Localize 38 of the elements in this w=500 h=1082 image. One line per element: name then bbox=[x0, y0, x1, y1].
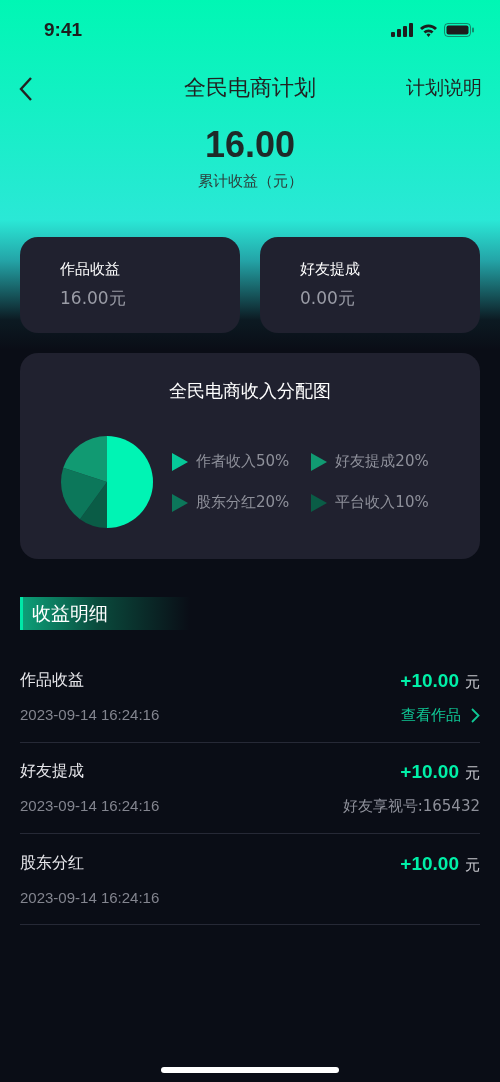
legend-triangle-icon bbox=[311, 493, 328, 512]
income-type: 作品收益 bbox=[20, 669, 85, 691]
income-type: 股东分红 bbox=[20, 852, 85, 874]
friend-id: 好友享视号:165432 bbox=[342, 796, 480, 816]
total-label: 累计收益（元） bbox=[197, 172, 303, 191]
section-title: 收益明细 bbox=[32, 600, 108, 626]
card-label: 好友提成 bbox=[300, 260, 361, 279]
status-time: 9:41 bbox=[44, 19, 83, 41]
card-value: 16.00元 bbox=[60, 287, 127, 310]
legend-label: 股东分红20% bbox=[196, 493, 290, 512]
chart-title: 全民电商收入分配图 bbox=[169, 379, 331, 403]
card-value: 0.00元 bbox=[300, 287, 356, 310]
income-time: 2023-09-14 16:24:16 bbox=[20, 796, 161, 816]
legend-triangle-icon bbox=[311, 452, 328, 471]
income-amount: +10.00 元 bbox=[400, 852, 480, 875]
currency-unit: 元 bbox=[465, 855, 480, 874]
signal-icon bbox=[391, 23, 413, 37]
card-label: 作品收益 bbox=[60, 260, 121, 279]
view-work-link[interactable]: 查看作品 bbox=[401, 705, 480, 725]
legend-label: 平台收入10% bbox=[335, 493, 429, 512]
back-icon[interactable] bbox=[18, 76, 34, 102]
plan-info-link[interactable]: 计划说明 bbox=[406, 75, 482, 101]
income-amount: +10.00 元 bbox=[400, 760, 480, 783]
legend-label: 作者收入50% bbox=[196, 452, 290, 471]
chevron-right-icon bbox=[471, 707, 480, 723]
legend-label: 好友提成20% bbox=[335, 452, 429, 471]
income-type: 好友提成 bbox=[20, 760, 85, 782]
currency-unit: 元 bbox=[465, 763, 480, 782]
income-time: 2023-09-14 16:24:16 bbox=[20, 705, 161, 725]
legend-triangle-icon bbox=[172, 452, 188, 471]
page-title: 全民电商计划 bbox=[184, 74, 316, 102]
currency-unit: 元 bbox=[465, 672, 480, 691]
income-amount: +10.00 元 bbox=[400, 669, 480, 692]
wifi-icon bbox=[419, 23, 438, 37]
battery-icon bbox=[444, 23, 474, 37]
total-amount: 16.00 bbox=[204, 124, 296, 166]
income-time: 2023-09-14 16:24:16 bbox=[20, 888, 161, 906]
legend-triangle-icon bbox=[172, 493, 188, 512]
